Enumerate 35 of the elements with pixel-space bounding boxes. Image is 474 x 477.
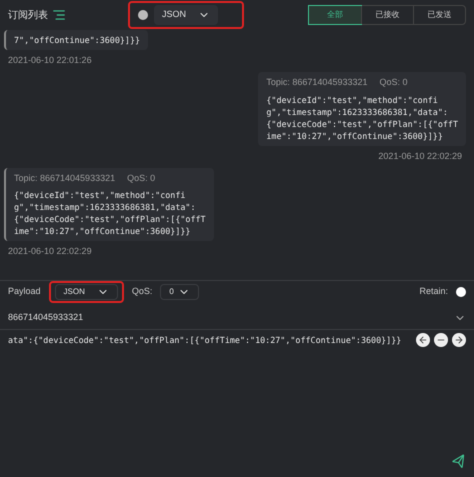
retain-toggle[interactable] <box>456 286 466 296</box>
qos-label: QoS: <box>132 284 152 298</box>
message-time: 2021-06-10 22:02:29 <box>7 245 93 257</box>
retain-label: Retain: <box>419 284 448 298</box>
message-line: g","timestamp":1623333686381,"data": <box>266 106 449 118</box>
message-line: {"deviceCode":"test","offPlan":[{"offT <box>14 213 206 225</box>
payload-field[interactable]: ata":{"deviceCode":"test","offPlan":[{"offTime":"10:27","offContinue":3600}]}} <box>8 334 402 346</box>
format-select[interactable]: JSON <box>154 5 218 25</box>
message-line: g","timestamp":1623333686381,"data": <box>14 201 197 213</box>
clear-button[interactable] <box>434 333 448 347</box>
message-time: 2021-06-10 22:01:26 <box>7 54 93 66</box>
filter-tab[interactable]: 全部 <box>309 6 361 24</box>
message-time: 2021-06-10 22:02:29 <box>377 150 463 162</box>
qos-select[interactable]: 0 <box>160 284 199 300</box>
next-button[interactable] <box>452 333 466 347</box>
arrow-left-icon <box>418 335 428 345</box>
message-line: 7","offContinue":3600}]}} <box>14 34 140 46</box>
panel-title: 订阅列表 <box>8 8 48 22</box>
filter-tab[interactable]: 已接收 <box>361 6 413 24</box>
message-line: ime":"10:27","offContinue":3600}]}} <box>266 130 444 142</box>
qos-label: QoS: 0 <box>127 172 156 185</box>
topic-field[interactable]: 866714045933321 <box>8 310 84 324</box>
previous-button[interactable] <box>416 333 430 347</box>
payload-format-select[interactable]: JSON <box>54 284 118 300</box>
message-line: {"deviceId":"test","method":"confi <box>266 94 439 106</box>
topic-label: Topic: 866714045933321 <box>266 76 368 89</box>
payload-label: Payload <box>8 284 41 298</box>
message-line: {"deviceCode":"test","offPlan":[{"offT <box>266 118 458 130</box>
qos-label: QoS: 0 <box>379 76 408 89</box>
filter-tab[interactable]: 已发送 <box>413 6 465 24</box>
message-line: ime":"10:27","offContinue":3600}]}} <box>14 225 192 237</box>
message-line: {"deviceId":"test","method":"confi <box>14 189 186 201</box>
arrow-right-icon <box>454 335 464 345</box>
list-icon[interactable] <box>52 8 66 22</box>
topic-label: Topic: 866714045933321 <box>14 172 116 185</box>
